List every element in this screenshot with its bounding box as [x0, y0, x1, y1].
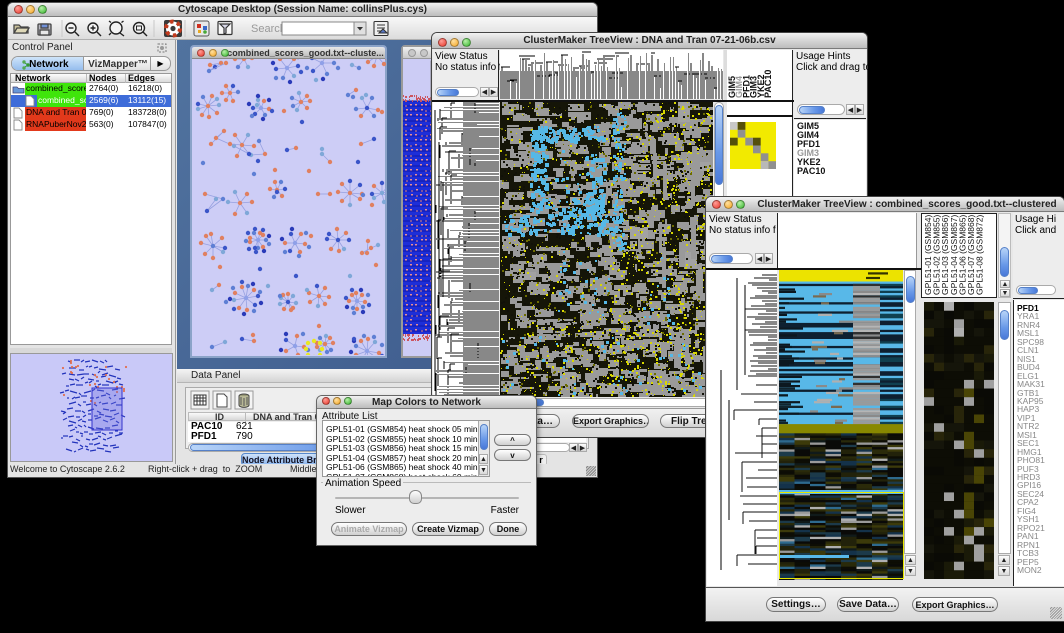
svg-text:PAC10: PAC10	[763, 70, 773, 98]
svg-text:GPL51-08 (GSM872): GPL51-08 (GSM872)	[975, 215, 985, 295]
